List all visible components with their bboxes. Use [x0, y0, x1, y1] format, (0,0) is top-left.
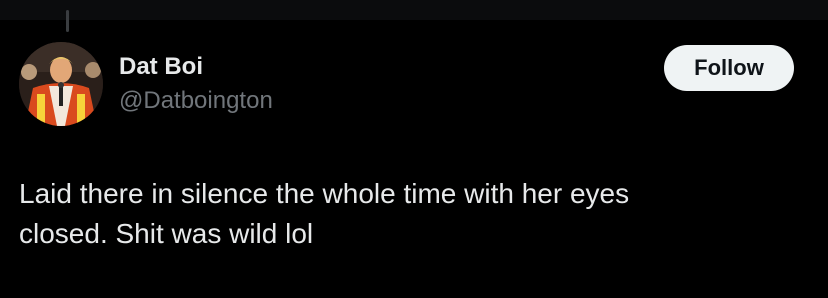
- author-display-name[interactable]: Dat Boi: [119, 52, 273, 82]
- post-author: Dat Boi @Datboington: [119, 52, 273, 116]
- avatar-image: [19, 42, 103, 126]
- thread-connector-line: [66, 10, 69, 32]
- post-text-line: closed. Shit was wild lol: [19, 218, 314, 249]
- previous-post-edge: [0, 0, 828, 20]
- avatar[interactable]: [19, 42, 103, 126]
- post-text: Laid there in silence the whole time wit…: [19, 174, 799, 254]
- post-text-line: Laid there in silence the whole time wit…: [19, 178, 630, 209]
- follow-button[interactable]: Follow: [664, 45, 794, 91]
- author-handle[interactable]: @Datboington: [119, 86, 273, 116]
